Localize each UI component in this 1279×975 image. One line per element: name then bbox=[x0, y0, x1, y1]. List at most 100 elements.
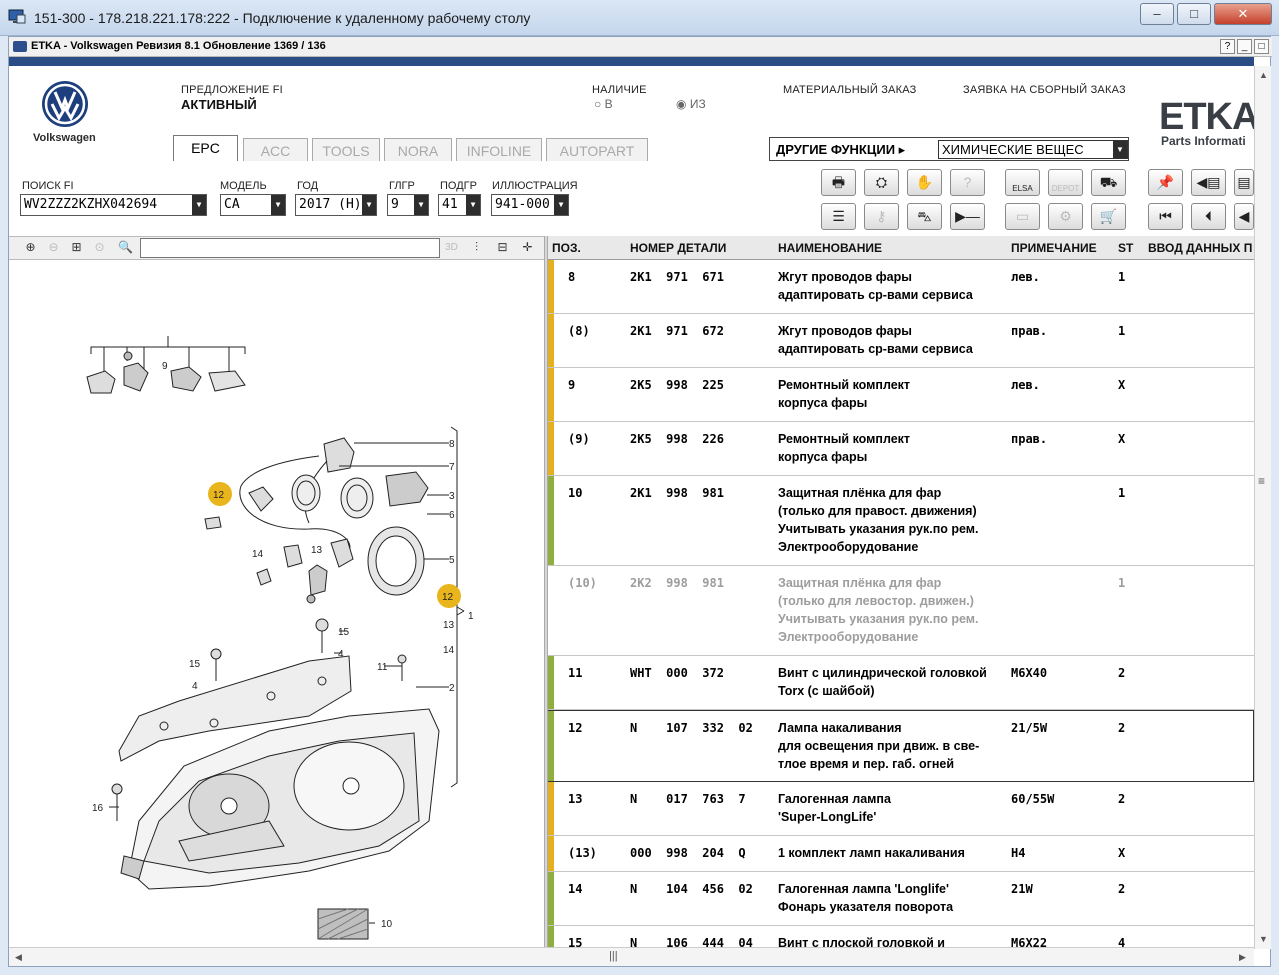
tab-epc[interactable]: EPC bbox=[173, 135, 238, 162]
col-name[interactable]: НАИМЕНОВАНИЕ bbox=[778, 241, 882, 255]
table-row[interactable]: 12 N 107 332 02 21/5W 2 Лампа накаливания для… bbox=[548, 710, 1254, 782]
cart-icon[interactable]: 🛒 bbox=[1091, 203, 1126, 230]
vehicle-icon[interactable]: ⛍ bbox=[907, 203, 942, 230]
table-row[interactable]: 11 WHT 000 372 M6X40 2 Винт с цилиндрической… bbox=[548, 656, 1254, 710]
key-icon[interactable]: ⚷ bbox=[864, 203, 899, 230]
zoom-in-icon[interactable]: ⊕ bbox=[21, 239, 40, 258]
zoom-percent-icon[interactable]: ⊙ bbox=[90, 239, 109, 258]
horizontal-scrollbar[interactable]: ◀ ||| ▶ bbox=[9, 947, 1254, 966]
help-search-icon[interactable]: ? bbox=[950, 169, 985, 196]
tab-infoline[interactable]: INFOLINE bbox=[456, 138, 542, 163]
chevron-down-icon[interactable]: ▼ bbox=[192, 195, 206, 215]
radio-in[interactable]: ○ В bbox=[594, 97, 613, 111]
print-icon[interactable]: 🖶 bbox=[821, 169, 856, 196]
scroll-thumb-icon[interactable]: ≡ bbox=[1258, 474, 1265, 488]
table-row[interactable]: 10 2K1 998 981 1 Защитная плёнка для фар (то… bbox=[548, 476, 1254, 566]
chevron-down-icon[interactable]: ▼ bbox=[362, 195, 376, 215]
callout-5[interactable]: 5 bbox=[449, 555, 455, 566]
prev-icon[interactable]: ◀ bbox=[1234, 203, 1254, 230]
material-order-link[interactable]: МАТЕРИАЛЬНЫЙ ЗАКАЗ bbox=[783, 84, 916, 96]
assembly-icon[interactable]: ⚙ bbox=[1048, 203, 1083, 230]
scroll-up-icon[interactable]: ▲ bbox=[1259, 70, 1268, 80]
callout-9[interactable]: 9 bbox=[162, 361, 168, 372]
col-input[interactable]: ВВОД ДАННЫХ П bbox=[1148, 241, 1252, 255]
table-row[interactable]: 14 N 104 456 02 21W 2 Галогенная лампа 'Long… bbox=[548, 872, 1254, 926]
mg-select[interactable]: 9 ▼ bbox=[387, 194, 429, 216]
table-row[interactable]: (9) 2K5 998 226 прав. X Ремонтный комплект ко… bbox=[548, 422, 1254, 476]
table-row[interactable]: 15 N 106 444 04 M6X22 4 Винт с плоской голов… bbox=[548, 926, 1254, 947]
chevron-down-icon[interactable]: ▼ bbox=[414, 195, 428, 215]
search-icon[interactable]: 🔍 bbox=[116, 239, 135, 258]
table-row[interactable]: 8 2K1 971 671 лев. 1 Жгут проводов фары адапт… bbox=[548, 260, 1254, 314]
minimize-button[interactable]: _ bbox=[1237, 39, 1252, 54]
table-row[interactable]: (8) 2K1 971 672 прав. 1 Жгут проводов фары ад… bbox=[548, 314, 1254, 368]
chevron-down-icon[interactable]: ▼ bbox=[554, 195, 568, 215]
parts-illustration[interactable]: 9 8 7 3 6 5 1 12 12 13 13 14 14 15 15 4 … bbox=[9, 261, 544, 947]
scroll-down-icon[interactable]: ▼ bbox=[1259, 934, 1268, 944]
rdp-minimize-button[interactable]: – bbox=[1140, 3, 1174, 25]
callout-13-b[interactable]: 13 bbox=[443, 620, 455, 631]
col-st[interactable]: ST bbox=[1118, 241, 1133, 255]
handshake-icon[interactable]: ✋ bbox=[907, 169, 942, 196]
list-icon[interactable]: ☰ bbox=[821, 203, 856, 230]
scroll-left-icon[interactable]: ◀ bbox=[15, 952, 22, 963]
elsa-icon[interactable]: ELSA bbox=[1005, 169, 1040, 196]
three-d-icon[interactable]: 3D bbox=[442, 239, 461, 258]
callout-8[interactable]: 8 bbox=[449, 439, 455, 450]
col-note[interactable]: ПРИМЕЧАНИЕ bbox=[1011, 241, 1097, 255]
table-row[interactable]: 13 N 017 763 7 60/55W 2 Галогенная лампа 'Sup… bbox=[548, 782, 1254, 836]
search-field[interactable]: WV2ZZZ2KZHX042694 ▼ bbox=[20, 194, 207, 216]
callout-11[interactable]: 11 bbox=[377, 662, 388, 673]
tab-tools[interactable]: TOOLS bbox=[312, 138, 380, 163]
cart-info-icon[interactable]: ⛟ bbox=[1091, 169, 1126, 196]
illustration-search-input[interactable] bbox=[140, 238, 440, 258]
callout-15-b[interactable]: 15 bbox=[189, 659, 201, 670]
rdp-close-button[interactable]: ✕ bbox=[1214, 3, 1272, 25]
help-button[interactable]: ? bbox=[1220, 39, 1235, 54]
callout-2[interactable]: 2 bbox=[449, 683, 455, 694]
callout-4-b[interactable]: 4 bbox=[192, 681, 198, 692]
callout-10[interactable]: 10 bbox=[381, 919, 393, 930]
callout-1[interactable]: 1 bbox=[468, 611, 474, 622]
column-insert-icon[interactable]: ⫶ bbox=[467, 239, 486, 258]
table-row[interactable]: 9 2K5 998 225 лев. X Ремонтный комплект корпу… bbox=[548, 368, 1254, 422]
callout-14-a[interactable]: 14 bbox=[252, 549, 264, 560]
model-select[interactable]: CA ▼ bbox=[220, 194, 286, 216]
year-select[interactable]: 2017 (H) ▼ bbox=[295, 194, 377, 216]
other-functions[interactable]: ДРУГИЕ ФУНКЦИИ ▸ ХИМИЧЕСКИЕ ВЕЩЕС ▼ bbox=[769, 137, 1129, 161]
callout-13-a[interactable]: 13 bbox=[311, 545, 323, 556]
table-row[interactable]: (13) 000 998 204 Q H4 X 1 комплект ламп нака… bbox=[548, 836, 1254, 872]
callout-12-b[interactable]: 12 bbox=[442, 592, 454, 603]
back-list-icon[interactable]: ◀▤ bbox=[1191, 169, 1226, 196]
scroll-thumb-h-icon[interactable]: ||| bbox=[609, 950, 618, 962]
crosshair-icon[interactable]: ✛ bbox=[518, 239, 537, 258]
chevron-down-icon[interactable]: ▼ bbox=[271, 195, 285, 215]
tab-acc[interactable]: ACC bbox=[243, 138, 308, 163]
illustration-select[interactable]: 941-000 ▼ bbox=[491, 194, 569, 216]
other-functions-select[interactable]: ХИМИЧЕСКИЕ ВЕЩЕС ▼ bbox=[938, 140, 1128, 159]
col-pos[interactable]: ПОЗ. bbox=[552, 241, 581, 255]
tab-autopart[interactable]: AUTOPART bbox=[546, 138, 648, 163]
scroll-right-icon[interactable]: ▶ bbox=[1239, 952, 1246, 963]
chevron-down-icon[interactable]: ▼ bbox=[1113, 141, 1127, 158]
callout-15-a[interactable]: 15 bbox=[338, 627, 350, 638]
service-icon[interactable]: ⛭ bbox=[864, 169, 899, 196]
pin-icon[interactable]: 📌 bbox=[1148, 169, 1183, 196]
tab-nora[interactable]: NORA bbox=[384, 138, 452, 163]
zoom-out-icon[interactable]: ⊖ bbox=[44, 239, 63, 258]
assembly-order-link[interactable]: ЗАЯВКА НА СБОРНЫЙ ЗАКАЗ bbox=[963, 84, 1126, 96]
callout-3[interactable]: 3 bbox=[449, 491, 455, 502]
rdp-maximize-button[interactable]: □ bbox=[1177, 3, 1211, 25]
document-icon[interactable]: ▤ bbox=[1234, 169, 1254, 196]
callout-14-b[interactable]: 14 bbox=[443, 645, 455, 656]
prev-page-icon[interactable]: ⏴ bbox=[1191, 203, 1226, 230]
sg-select[interactable]: 41 ▼ bbox=[438, 194, 481, 216]
play-minus-icon[interactable]: ▶— bbox=[950, 203, 985, 230]
callout-7[interactable]: 7 bbox=[449, 462, 455, 473]
callout-16[interactable]: 16 bbox=[92, 803, 104, 814]
maximize-button[interactable]: □ bbox=[1254, 39, 1269, 54]
callout-4-a[interactable]: 4 bbox=[338, 649, 344, 660]
callout-6[interactable]: 6 bbox=[449, 510, 455, 521]
col-part-number[interactable]: НОМЕР ДЕТАЛИ bbox=[630, 241, 726, 255]
split-view-icon[interactable]: ⊟ bbox=[493, 239, 512, 258]
